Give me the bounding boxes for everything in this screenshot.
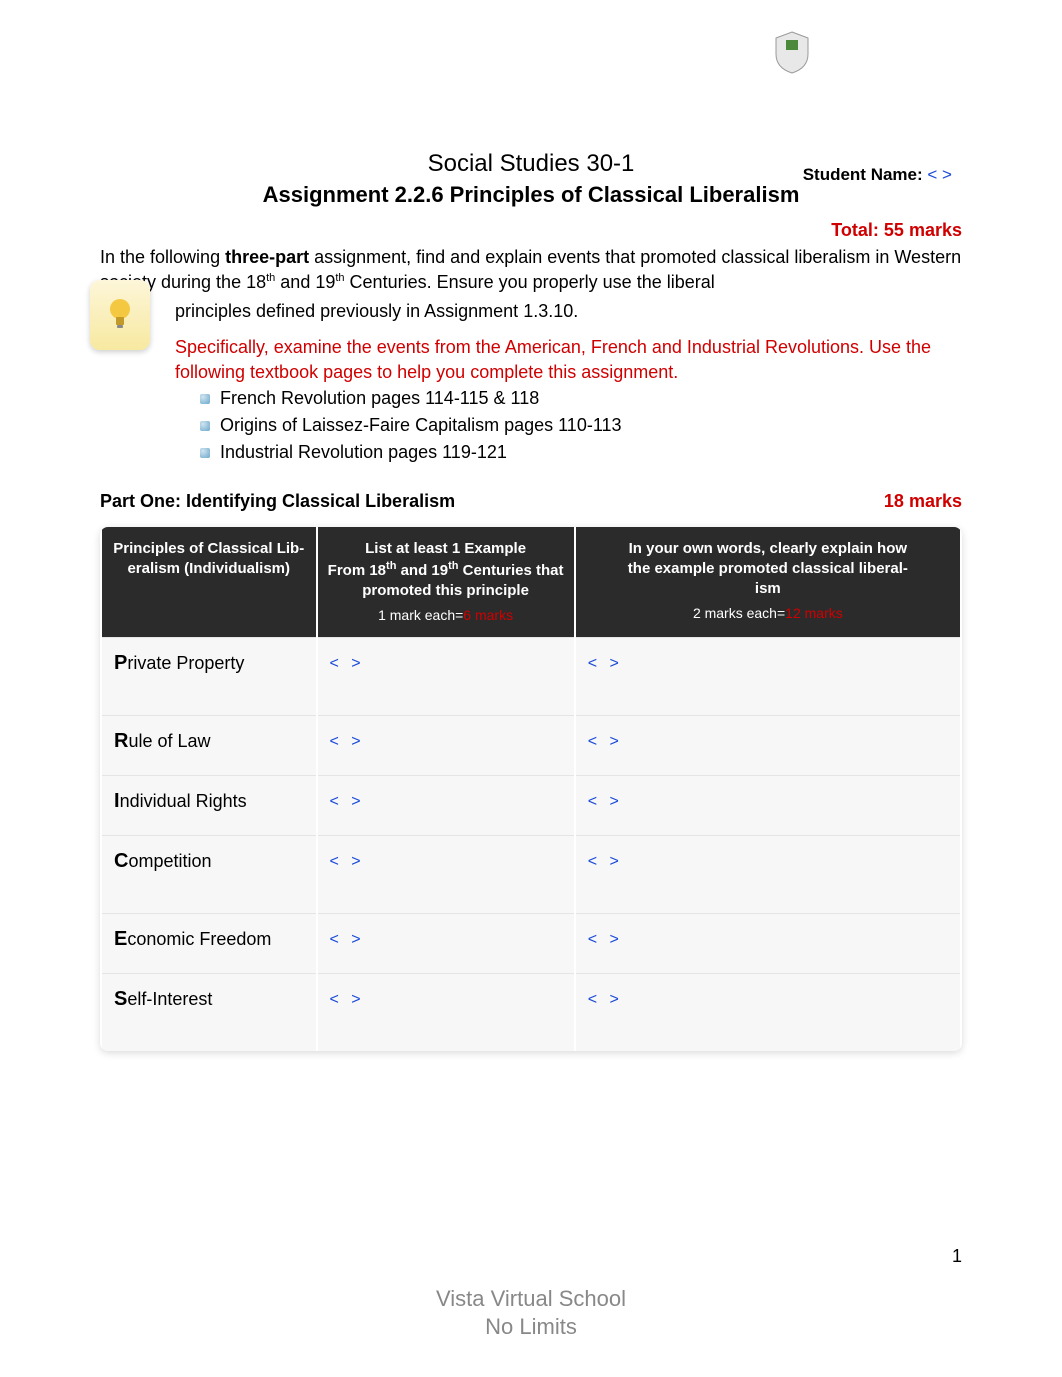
table-row: Individual Rights < > < > — [102, 775, 960, 835]
principle-cell: Private Property — [102, 637, 316, 715]
example-cell[interactable]: < > — [318, 637, 574, 715]
intro-line2: principles defined previously in Assignm… — [100, 299, 962, 324]
table-row: Rule of Law < > < > — [102, 715, 960, 775]
total-marks: Total: 55 marks — [100, 220, 962, 241]
explain-cell[interactable]: < > — [576, 715, 960, 775]
part-one-title: Part One: Identifying Classical Liberali… — [100, 491, 455, 512]
footer: Vista Virtual School No Limits — [0, 1285, 1062, 1342]
list-item: Industrial Revolution pages 119-121 — [200, 439, 962, 466]
lightbulb-icon — [90, 280, 150, 350]
principle-cell: Competition — [102, 835, 316, 913]
student-name-value[interactable]: < > — [927, 165, 952, 184]
part-one-marks: 18 marks — [884, 491, 962, 512]
explain-cell[interactable]: < > — [576, 775, 960, 835]
explain-cell[interactable]: < > — [576, 637, 960, 715]
shield-icon — [772, 30, 812, 75]
page-number: 1 — [952, 1246, 962, 1267]
example-cell[interactable]: < > — [318, 835, 574, 913]
explain-cell[interactable]: < > — [576, 973, 960, 1051]
example-cell[interactable]: < > — [318, 973, 574, 1051]
school-logo — [772, 30, 852, 100]
principles-table: Principles of Classical Lib- eralism (In… — [100, 527, 962, 1051]
col-header-principles: Principles of Classical Lib- eralism (In… — [102, 527, 316, 637]
table-row: Economic Freedom < > < > — [102, 913, 960, 973]
example-cell[interactable]: < > — [318, 775, 574, 835]
example-cell[interactable]: < > — [318, 715, 574, 775]
col-header-explain: In your own words, clearly explain how t… — [576, 527, 960, 637]
footer-school: Vista Virtual School — [0, 1285, 1062, 1314]
principle-cell: Self-Interest — [102, 973, 316, 1051]
footer-tagline: No Limits — [0, 1313, 1062, 1342]
table-row: Self-Interest < > < > — [102, 973, 960, 1051]
student-name-field[interactable]: Student Name: < > — [803, 165, 952, 185]
assignment-title: Assignment 2.2.6 Principles of Classical… — [100, 182, 962, 208]
principle-cell: Rule of Law — [102, 715, 316, 775]
example-cell[interactable]: < > — [318, 913, 574, 973]
intro-paragraph: In the following three-part assignment, … — [100, 245, 962, 295]
explain-cell[interactable]: < > — [576, 913, 960, 973]
student-name-label: Student Name: — [803, 165, 923, 184]
col-header-example: List at least 1 Example From 18th and 19… — [318, 527, 574, 637]
bullet-icon — [200, 394, 210, 404]
bullet-icon — [200, 448, 210, 458]
list-item: French Revolution pages 114-115 & 118 — [200, 385, 962, 412]
explain-cell[interactable]: < > — [576, 835, 960, 913]
reference-list: French Revolution pages 114-115 & 118 Or… — [100, 385, 962, 466]
principle-cell: Individual Rights — [102, 775, 316, 835]
principle-cell: Economic Freedom — [102, 913, 316, 973]
specific-instructions: Specifically, examine the events from th… — [100, 335, 962, 385]
table-row: Competition < > < > — [102, 835, 960, 913]
bullet-icon — [200, 421, 210, 431]
list-item: Origins of Laissez-Faire Capitalism page… — [200, 412, 962, 439]
table-row: Private Property < > < > — [102, 637, 960, 715]
part-one-header: Part One: Identifying Classical Liberali… — [100, 491, 962, 512]
